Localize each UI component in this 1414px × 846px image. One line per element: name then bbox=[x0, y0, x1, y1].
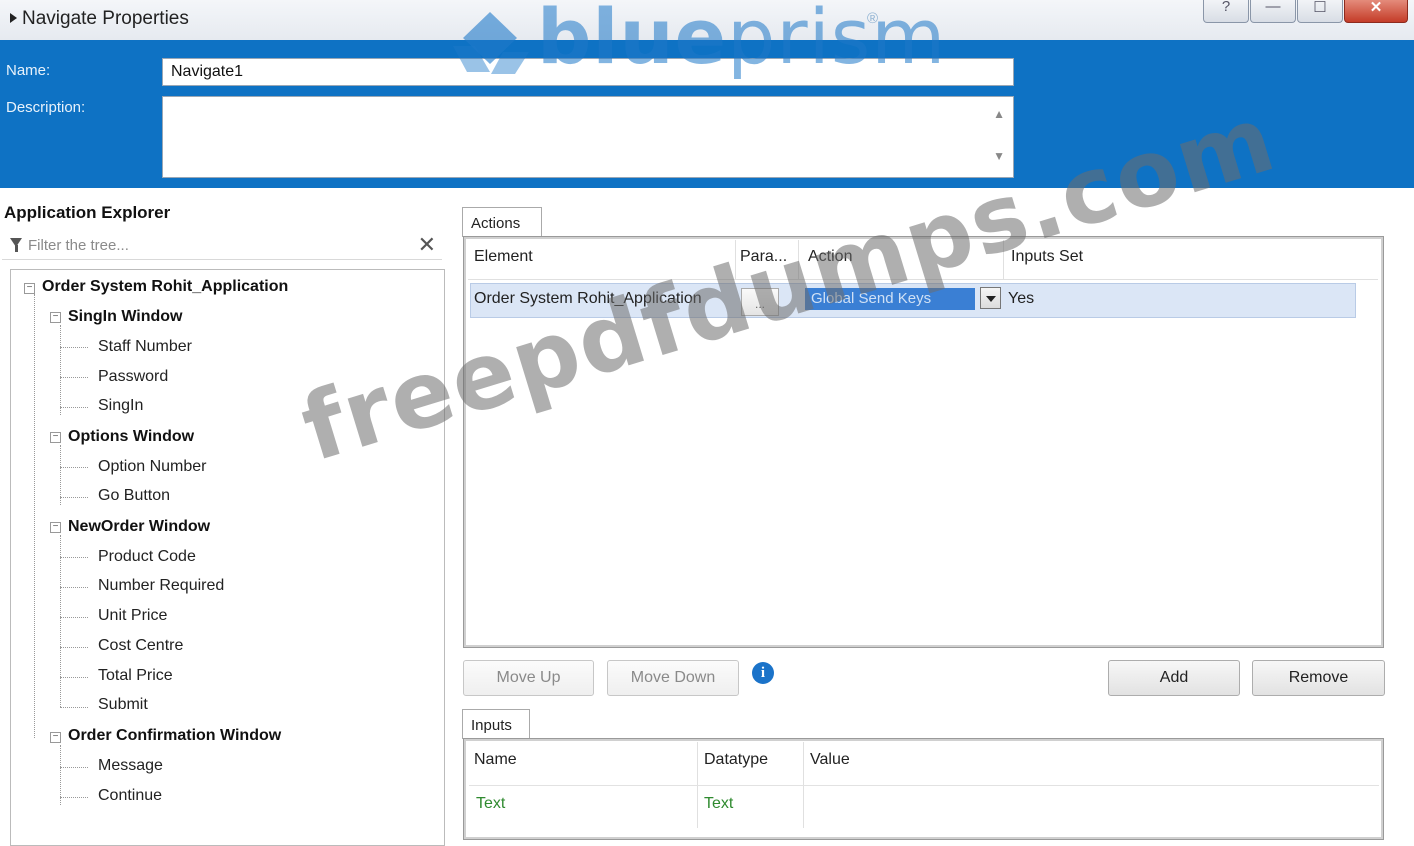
tree-collapse-neworder-window[interactable]: − bbox=[50, 522, 61, 533]
tree-node-root[interactable]: Order System Rohit_Application bbox=[42, 278, 288, 296]
name-label: Name: bbox=[6, 62, 51, 79]
description-textarea[interactable]: ▲ ▼ bbox=[162, 96, 1014, 178]
action-row-element: Order System Rohit_Application bbox=[474, 290, 702, 307]
filter-placeholder: Filter the tree... bbox=[28, 237, 129, 254]
application-explorer-title: Application Explorer bbox=[4, 203, 171, 222]
maximize-icon: ☐ bbox=[1313, 0, 1327, 16]
blueprism-logo: blueprism ® bbox=[445, 0, 945, 86]
tree-node-submit[interactable]: Submit bbox=[98, 696, 148, 714]
minimize-icon: — bbox=[1265, 0, 1281, 15]
tree-collapse-signin-window[interactable]: − bbox=[50, 312, 61, 323]
tree-node-password[interactable]: Password bbox=[98, 368, 168, 386]
column-header-params[interactable]: Para... bbox=[740, 248, 787, 266]
tree-node-product-code[interactable]: Product Code bbox=[98, 548, 196, 566]
tree-node-signin[interactable]: SingIn bbox=[98, 397, 143, 415]
registered-mark: ® bbox=[867, 10, 879, 27]
tree-node-order-confirmation-window[interactable]: Order Confirmation Window bbox=[68, 727, 281, 745]
column-header-datatype[interactable]: Datatype bbox=[704, 751, 768, 769]
move-up-button[interactable]: Move Up bbox=[463, 660, 594, 696]
scroll-down-icon[interactable]: ▼ bbox=[993, 149, 1005, 163]
table-row[interactable] bbox=[469, 785, 1379, 820]
chevron-down-icon[interactable] bbox=[980, 287, 1001, 309]
info-icon[interactable]: i bbox=[752, 662, 774, 684]
add-button[interactable]: Add bbox=[1108, 660, 1240, 696]
tree-node-staff-number[interactable]: Staff Number bbox=[98, 338, 192, 356]
input-row-name: Text bbox=[476, 795, 506, 812]
blueprism-logo-text: blueprism bbox=[537, 0, 947, 81]
window-menu-arrow-icon[interactable] bbox=[10, 13, 17, 23]
help-icon: ? bbox=[1221, 0, 1231, 15]
blueprism-logo-mark-icon bbox=[453, 12, 529, 74]
input-row-datatype: Text bbox=[704, 795, 734, 812]
tree-collapse-root[interactable]: − bbox=[24, 283, 35, 294]
parameters-button[interactable]: ... bbox=[741, 288, 779, 316]
action-row-inputs-set: Yes bbox=[1008, 290, 1035, 307]
minimize-button[interactable]: — bbox=[1250, 0, 1296, 23]
column-header-action[interactable]: Action bbox=[808, 248, 852, 266]
tree-node-go-button[interactable]: Go Button bbox=[98, 487, 170, 505]
column-header-inputs-set[interactable]: Inputs Set bbox=[1011, 248, 1083, 266]
window-title: Navigate Properties bbox=[22, 8, 189, 29]
column-header-name[interactable]: Name bbox=[474, 751, 517, 769]
column-header-value[interactable]: Value bbox=[810, 751, 850, 769]
tab-actions[interactable]: Actions bbox=[462, 207, 542, 237]
move-down-button[interactable]: Move Down bbox=[607, 660, 739, 696]
tab-inputs[interactable]: Inputs bbox=[462, 709, 530, 739]
tree-node-message[interactable]: Message bbox=[98, 757, 163, 775]
filter-tree-input[interactable]: Filter the tree... ✕ bbox=[2, 232, 442, 260]
description-label: Description: bbox=[6, 99, 86, 116]
action-select[interactable]: Global Send Keys bbox=[805, 288, 975, 310]
tree-node-signin-window[interactable]: SingIn Window bbox=[68, 308, 183, 326]
remove-button[interactable]: Remove bbox=[1252, 660, 1385, 696]
tree-node-options-window[interactable]: Options Window bbox=[68, 428, 194, 446]
tree-node-option-number[interactable]: Option Number bbox=[98, 458, 207, 476]
tree-node-neworder-window[interactable]: NewOrder Window bbox=[68, 518, 210, 536]
tree-collapse-order-confirmation-window[interactable]: − bbox=[50, 732, 61, 743]
close-button[interactable]: ✕ bbox=[1344, 0, 1408, 23]
help-button[interactable]: ? bbox=[1203, 0, 1249, 23]
tree-collapse-options-window[interactable]: − bbox=[50, 432, 61, 443]
tree-node-number-required[interactable]: Number Required bbox=[98, 577, 224, 595]
maximize-button[interactable]: ☐ bbox=[1297, 0, 1343, 23]
close-icon: ✕ bbox=[1369, 0, 1383, 16]
clear-filter-icon[interactable]: ✕ bbox=[418, 232, 436, 258]
column-header-element[interactable]: Element bbox=[474, 248, 533, 266]
tree-node-unit-price[interactable]: Unit Price bbox=[98, 607, 167, 625]
tree-node-continue[interactable]: Continue bbox=[98, 787, 162, 805]
tree-node-total-price[interactable]: Total Price bbox=[98, 667, 173, 685]
tree-node-cost-centre[interactable]: Cost Centre bbox=[98, 637, 183, 655]
scroll-up-icon[interactable]: ▲ bbox=[993, 107, 1005, 121]
